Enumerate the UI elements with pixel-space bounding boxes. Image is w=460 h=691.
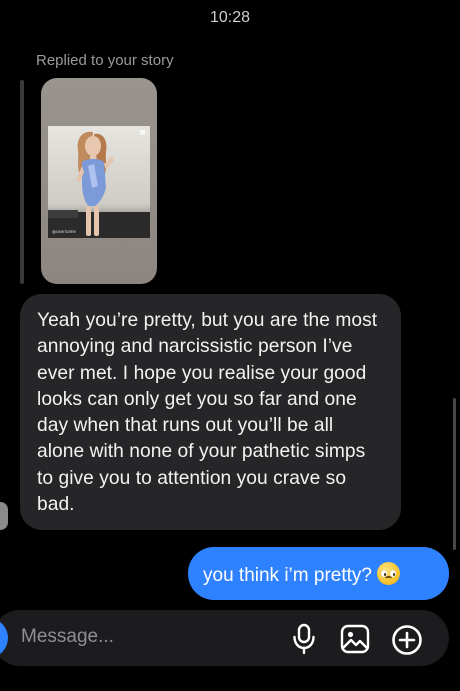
message-input[interactable]: Message...	[21, 626, 114, 648]
reply-indicator-bar	[20, 80, 24, 284]
sender-avatar[interactable]	[0, 500, 10, 532]
sent-message-text: you think i’m pretty?	[203, 565, 372, 586]
pleading-face-emoji	[376, 562, 400, 585]
received-message-bubble[interactable]: Yeah you’re pretty, but you are the most…	[20, 294, 401, 530]
scrollbar[interactable]	[453, 398, 456, 550]
story-photo: @username	[48, 126, 150, 238]
add-icon[interactable]	[391, 624, 423, 656]
story-thumbnail[interactable]: @username	[41, 78, 157, 284]
microphone-icon[interactable]	[292, 623, 316, 655]
gallery-icon[interactable]	[340, 624, 370, 654]
sent-message-bubble[interactable]: you think i’m pretty?	[188, 547, 449, 600]
story-photo-figure	[48, 130, 150, 238]
reply-label: Replied to your story	[36, 52, 174, 69]
story-watermark: @username	[52, 229, 76, 234]
status-time: 10:28	[209, 9, 251, 26]
